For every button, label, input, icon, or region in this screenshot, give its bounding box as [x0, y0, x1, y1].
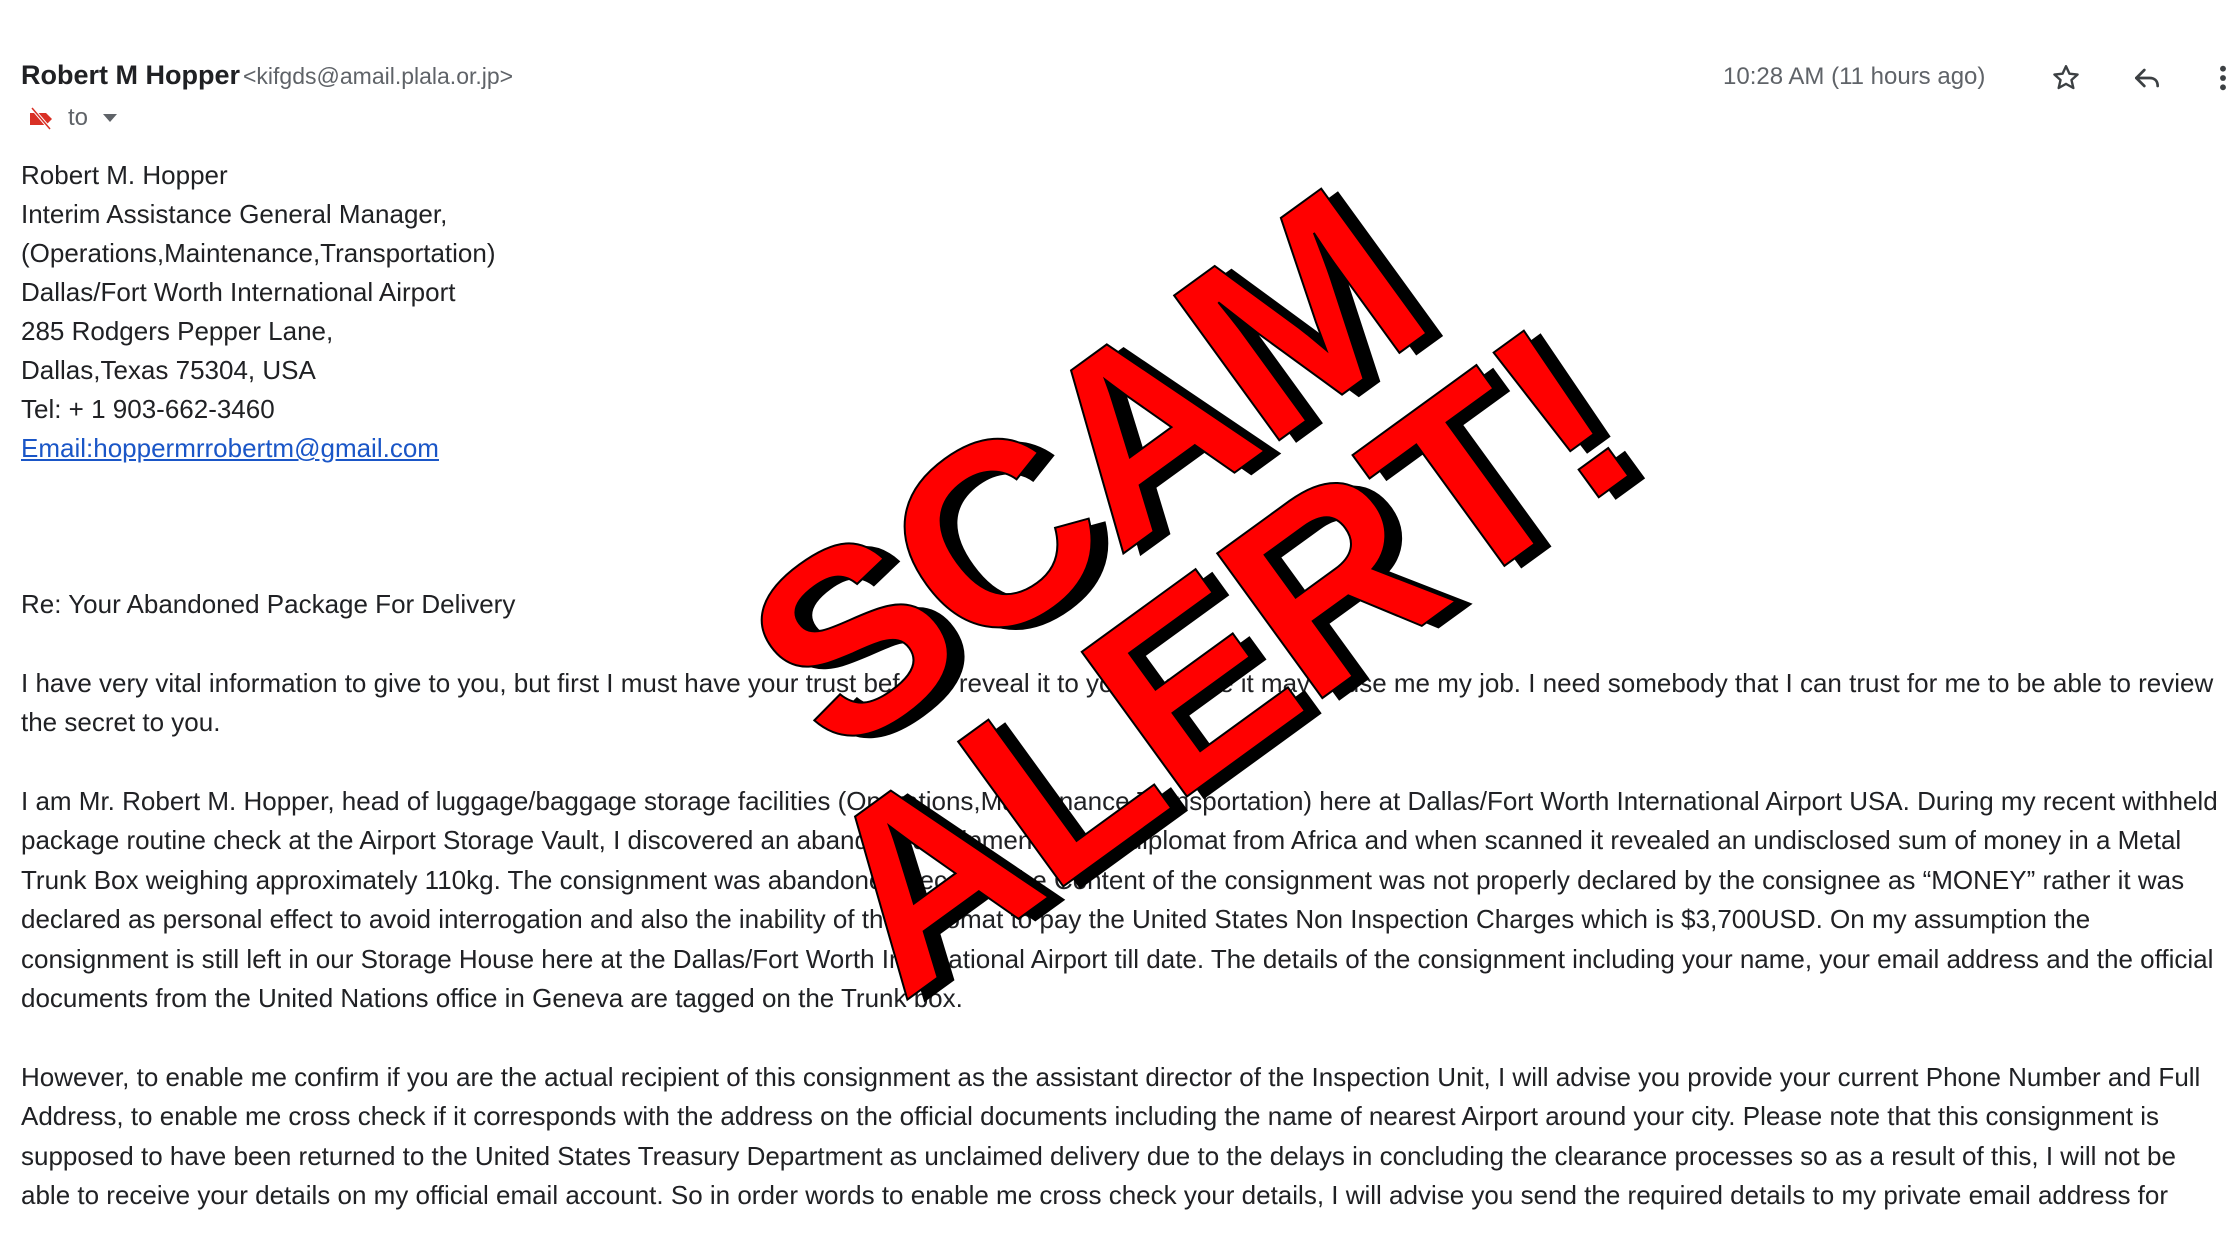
signature-line: Dallas/Fort Worth International Airport — [21, 277, 456, 307]
email-header: Robert M Hopper <kifgds@amail.plala.or.j… — [21, 56, 2226, 96]
signature-line: Dallas,Texas 75304, USA — [21, 355, 316, 385]
star-button[interactable] — [2044, 56, 2088, 100]
body-paragraph: I have very vital information to give to… — [21, 667, 2214, 738]
recipient-row: to — [26, 102, 118, 134]
body-paragraph: I am Mr. Robert M. Hopper, head of lugga… — [21, 785, 2218, 1014]
signature-line: (Operations,Maintenance,Transportation) — [21, 238, 496, 268]
more-options-button[interactable] — [2201, 56, 2240, 100]
recipient-label: to — [68, 104, 89, 131]
reply-button[interactable] — [2125, 56, 2169, 100]
email-body: Re: Your Abandoned Package For Delivery … — [21, 585, 2221, 1255]
body-paragraph: However, to enable me confirm if you are… — [21, 1061, 2201, 1211]
star-icon — [2053, 65, 2079, 90]
body-subject-line: Re: Your Abandoned Package For Delivery — [21, 589, 516, 619]
signature-block: Robert M. Hopper Interim Assistance Gene… — [21, 156, 496, 468]
signature-line: Robert M. Hopper — [21, 160, 228, 190]
signature-line: Tel: + 1 903-662-3460 — [21, 394, 275, 424]
signature-email-link[interactable]: Email:hoppermrrobertm@gmail.com — [21, 433, 439, 463]
reply-icon — [2135, 68, 2159, 88]
caret-down-icon[interactable] — [102, 113, 118, 123]
signature-line: Interim Assistance General Manager, — [21, 199, 448, 229]
sender-name[interactable]: Robert M Hopper — [21, 60, 240, 91]
sender-email[interactable]: <kifgds@amail.plala.or.jp> — [243, 63, 513, 90]
more-vertical-icon — [2220, 65, 2226, 91]
importance-marker-icon[interactable] — [26, 105, 56, 131]
timestamp: 10:28 AM (11 hours ago) — [1723, 63, 1986, 90]
signature-line: 285 Rodgers Pepper Lane, — [21, 316, 334, 346]
